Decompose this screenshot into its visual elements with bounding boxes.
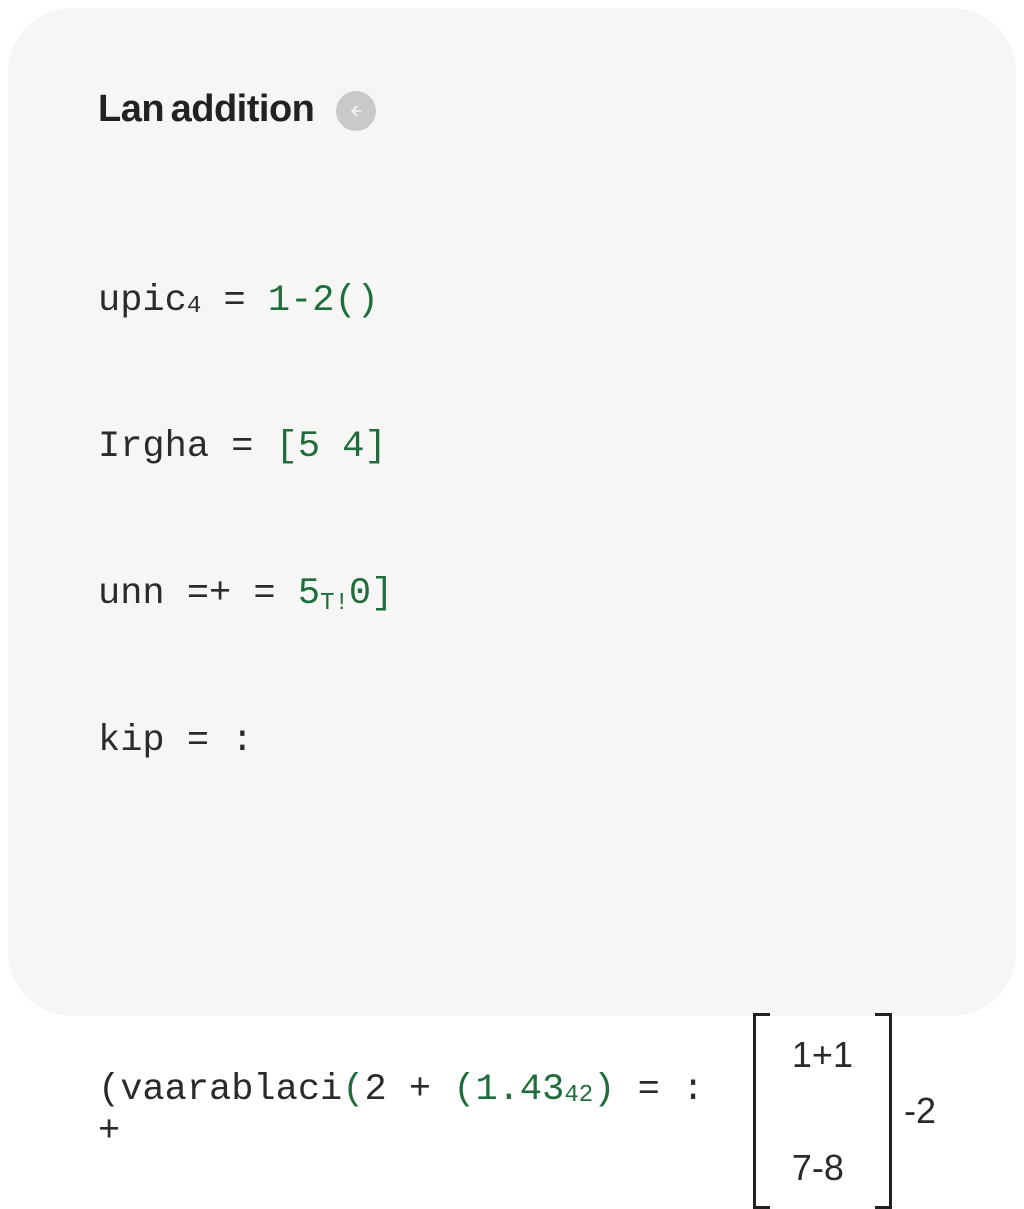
formula-suffix: -2 (904, 1090, 936, 1132)
matrix-column: 1+1 7-8 (778, 1013, 867, 1209)
run-icon[interactable] (336, 91, 376, 131)
code-line-3: unn =+ = 5T!0] (98, 570, 936, 620)
code-line-2: Irgha = [5 4] (98, 423, 936, 472)
title-word-1: Lan (98, 88, 164, 131)
formula-row: (vaarablaci(2 + (1.4342) = : + 1+1 7-8 -… (98, 1013, 936, 1209)
bracket-left-icon (753, 1013, 778, 1209)
formula-text: (vaarablaci(2 + (1.4342) = : + (98, 1069, 737, 1153)
section-header: Lan addition (98, 88, 936, 131)
code-line-1: upic4 = 1-2() (98, 277, 936, 326)
matrix-cell: 7-8 (792, 1144, 853, 1192)
matrix-cell: 1+1 (792, 1031, 853, 1079)
bracket-right-icon (867, 1013, 892, 1209)
document-card: Lan addition upic4 = 1-2() Irgha = [5 4]… (8, 8, 1016, 1016)
title-word-2: addition (171, 88, 315, 131)
code-block: upic4 = 1-2() Irgha = [5 4] unn =+ = 5T!… (98, 179, 936, 863)
matrix: 1+1 7-8 (753, 1013, 892, 1209)
code-line-4: kip = : (98, 717, 936, 766)
